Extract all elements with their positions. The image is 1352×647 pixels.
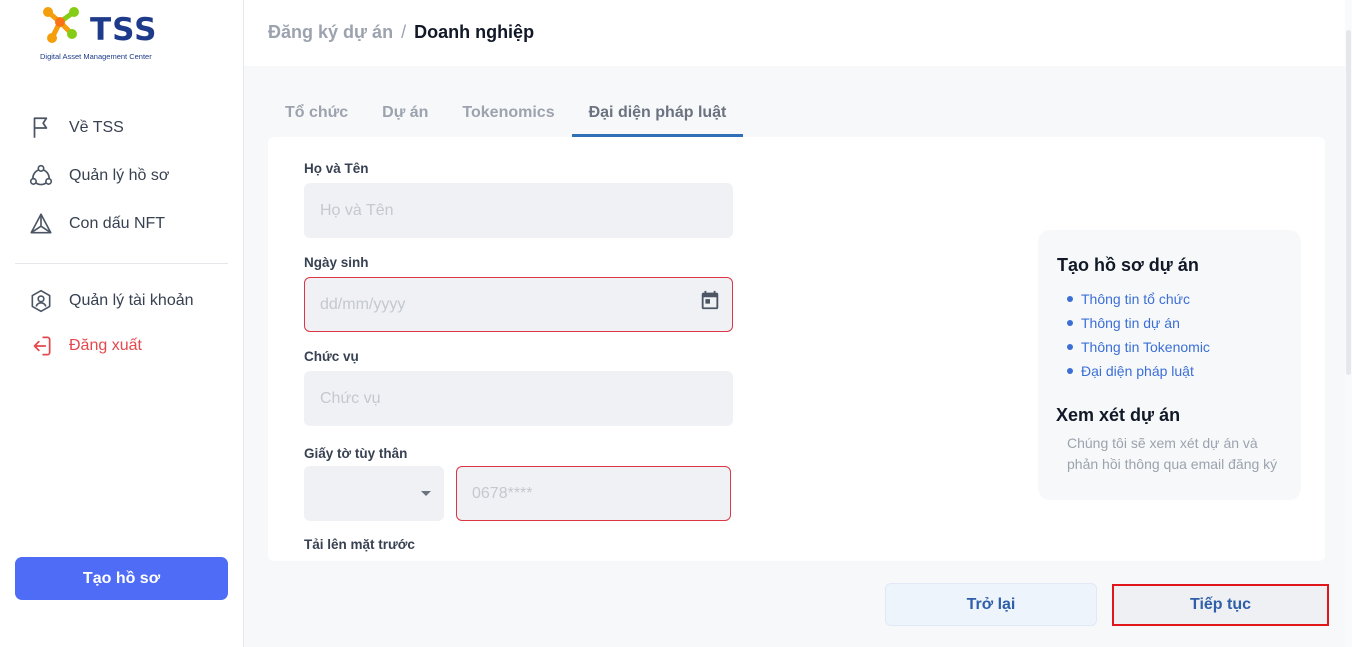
- sidebar-item-label: Đăng xuất: [69, 337, 142, 354]
- birth-date-label: Ngày sinh: [304, 255, 369, 270]
- tab-tokenomics[interactable]: Tokenomics: [445, 100, 571, 137]
- bullet-dot-icon: [1067, 296, 1073, 302]
- bullet-dot-icon: [1067, 344, 1073, 350]
- caret-down-icon: [421, 491, 431, 496]
- page-scrollbar-thumb[interactable]: [1346, 30, 1351, 375]
- id-document-label: Giấy tờ tùy thân: [304, 446, 408, 461]
- logout-icon: [33, 336, 51, 356]
- review-text: Chúng tôi sẽ xem xét dự án và phản hồi t…: [1067, 435, 1278, 472]
- back-button[interactable]: Trở lại: [885, 583, 1097, 626]
- sidebar-item-label: Về TSS: [69, 119, 124, 136]
- list-item[interactable]: Thông tin dự án: [1067, 311, 1210, 335]
- create-profile-button[interactable]: Tạo hồ sơ: [15, 557, 228, 600]
- triangle-nodes-icon: [30, 213, 52, 234]
- review-title: Xem xét dự án: [1056, 405, 1181, 425]
- step-label: Thông tin tổ chức: [1081, 291, 1190, 307]
- breadcrumb-separator: /: [401, 22, 407, 42]
- list-item[interactable]: Thông tin tổ chức: [1067, 287, 1210, 311]
- full-name-label: Họ và Tên: [304, 161, 369, 176]
- tss-logo[interactable]: TSS Digital Asset Management Center: [38, 4, 168, 62]
- position-label: Chức vụ: [304, 349, 359, 364]
- list-item[interactable]: Thông tin Tokenomic: [1067, 335, 1210, 359]
- logo-wordmark: TSS: [90, 12, 158, 48]
- next-button[interactable]: Tiếp tục: [1112, 584, 1329, 626]
- network-icon: [29, 164, 53, 186]
- breadcrumb-current: Doanh nghiệp: [414, 22, 535, 42]
- step-label: Thông tin Tokenomic: [1081, 339, 1210, 355]
- user-shield-icon: [31, 289, 51, 313]
- header: Đăng ký dự án / Doanh nghiệp: [244, 0, 1352, 66]
- sidebar-item-about[interactable]: Về TSS: [28, 114, 228, 142]
- list-item[interactable]: Đại diện pháp luật: [1067, 359, 1210, 383]
- breadcrumb-parent[interactable]: Đăng ký dự án: [268, 22, 393, 43]
- sidebar-item-account[interactable]: Quản lý tài khoản: [28, 287, 228, 315]
- step-label: Đại diện pháp luật: [1081, 363, 1194, 379]
- birth-date-input[interactable]: [304, 277, 733, 332]
- sidebar: TSS Digital Asset Management Center Về T…: [0, 0, 244, 647]
- full-name-input[interactable]: [304, 183, 733, 238]
- logo-tagline: Digital Asset Management Center: [40, 52, 152, 61]
- position-input[interactable]: [304, 371, 733, 426]
- calendar-icon[interactable]: [699, 289, 721, 311]
- form-tabs: Tổ chức Dự án Tokenomics Đại diện pháp l…: [268, 100, 744, 137]
- bullet-dot-icon: [1067, 368, 1073, 374]
- sidebar-item-label: Quản lý hồ sơ: [69, 167, 170, 184]
- sidebar-item-label: Con dấu NFT: [69, 215, 166, 232]
- info-panel: Tạo hồ sơ dự án Thông tin tổ chức Thông …: [1038, 230, 1301, 500]
- bullet-dot-icon: [1067, 320, 1073, 326]
- tss-logo-mark-icon: [43, 7, 79, 43]
- sidebar-item-label: Quản lý tài khoản: [69, 292, 194, 309]
- main-content: Tổ chức Dự án Tokenomics Đại diện pháp l…: [244, 66, 1345, 647]
- sidebar-item-profiles[interactable]: Quản lý hồ sơ: [28, 162, 228, 190]
- id-number-input[interactable]: [456, 466, 731, 521]
- sidebar-item-nft-stamp[interactable]: Con dấu NFT: [28, 210, 228, 238]
- flag-icon: [33, 117, 48, 138]
- sidebar-divider: [15, 263, 228, 264]
- id-type-select[interactable]: [304, 466, 444, 521]
- info-steps-list: Thông tin tổ chức Thông tin dự án Thông …: [1067, 287, 1210, 383]
- sidebar-item-logout[interactable]: Đăng xuất: [28, 332, 228, 360]
- step-label: Thông tin dự án: [1081, 315, 1180, 331]
- tab-organization[interactable]: Tổ chức: [268, 100, 365, 137]
- tab-project[interactable]: Dự án: [365, 100, 445, 137]
- breadcrumb: Đăng ký dự án / Doanh nghiệp: [268, 22, 534, 43]
- tab-legal-representative[interactable]: Đại diện pháp luật: [571, 100, 744, 137]
- info-panel-title: Tạo hồ sơ dự án: [1057, 255, 1199, 275]
- upload-front-label: Tải lên mặt trước: [304, 537, 415, 552]
- form-card: Họ và Tên Ngày sinh Chức vụ Giấy tờ tùy …: [268, 137, 1325, 561]
